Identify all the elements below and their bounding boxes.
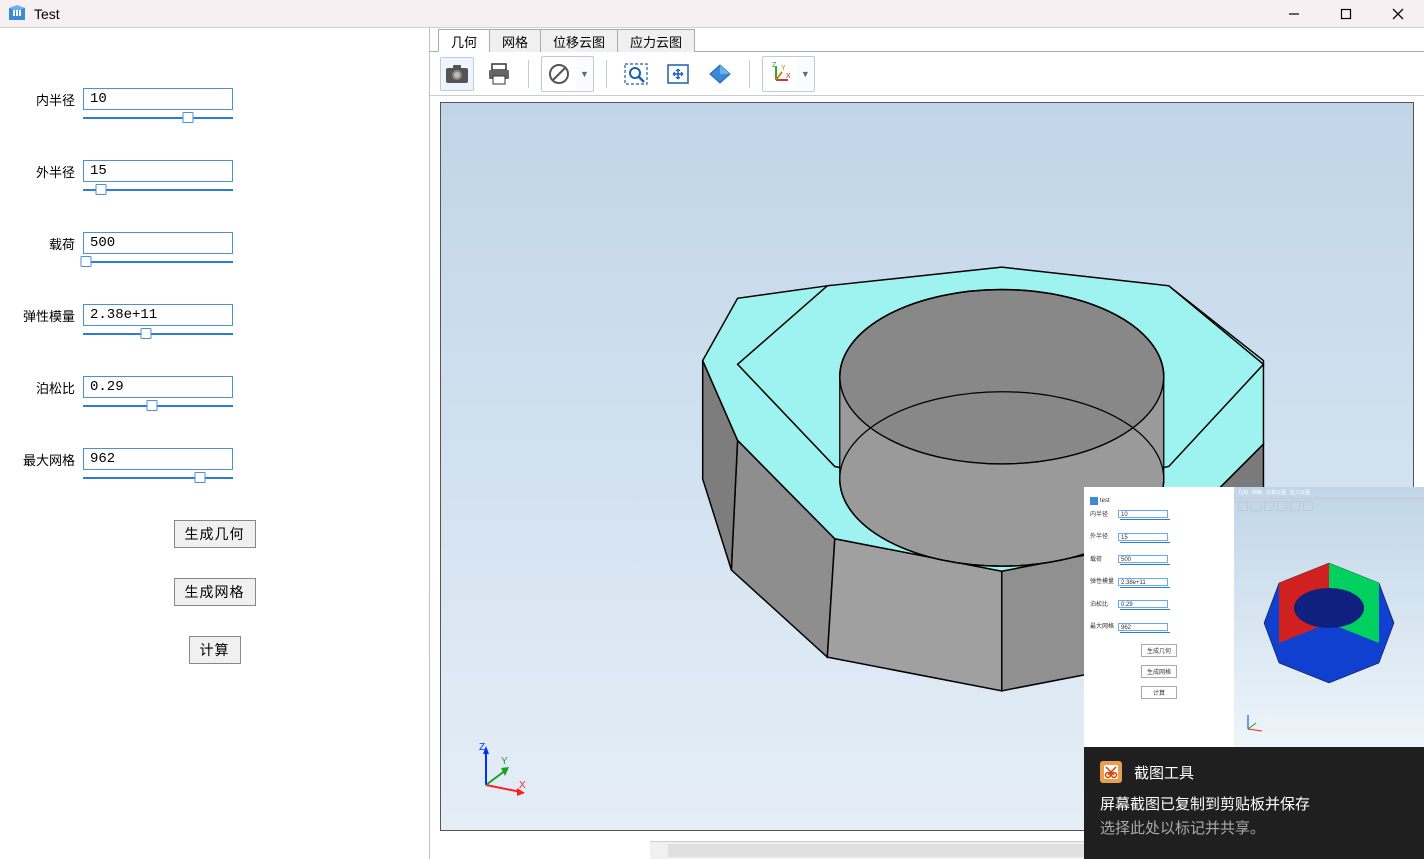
axis-orientation-dropdown[interactable]: Z XY ▼ [762, 56, 815, 92]
param-label: 最大网格 [20, 450, 75, 469]
notification-thumbnail: test 内半径10 外半径15 载荷500 弹性模量2.38e+11 泊松比0… [1084, 487, 1424, 747]
param-label: 外半径 [20, 162, 75, 181]
tab-displacement[interactable]: 位移云图 [540, 29, 618, 52]
zoom-box-button[interactable] [619, 57, 653, 91]
generate-geometry-button[interactable]: 生成几何 [174, 520, 256, 548]
viewer-toolbar: ▼ Z XY ▼ [430, 52, 1424, 96]
dropdown-arrow-icon: ▼ [797, 69, 814, 79]
svg-text:Z: Z [772, 62, 777, 69]
svg-text:Y: Y [501, 756, 508, 767]
svg-text:X: X [519, 780, 526, 791]
poisson-input[interactable] [83, 376, 233, 398]
max-mesh-slider[interactable] [83, 472, 233, 484]
param-max-mesh: 最大网格 [20, 448, 409, 484]
param-outer-radius: 外半径 [20, 160, 409, 196]
svg-text:X: X [786, 73, 791, 80]
window-title: Test [34, 6, 1280, 22]
minimize-button[interactable] [1280, 4, 1308, 24]
cancel-icon [542, 57, 576, 91]
rotate-view-button[interactable] [703, 57, 737, 91]
param-label: 弹性模量 [20, 306, 75, 325]
dropdown-arrow-icon: ▼ [576, 69, 593, 79]
param-label: 载荷 [20, 234, 75, 253]
generate-mesh-button[interactable]: 生成网格 [174, 578, 256, 606]
param-elastic: 弹性模量 [20, 304, 409, 340]
tab-mesh[interactable]: 网格 [489, 29, 541, 52]
cancel-dropdown[interactable]: ▼ [541, 56, 594, 92]
poisson-slider[interactable] [83, 400, 233, 412]
close-button[interactable] [1384, 4, 1412, 24]
svg-text:Y: Y [781, 65, 786, 72]
maximize-button[interactable] [1332, 4, 1360, 24]
app-icon [8, 5, 26, 23]
inner-radius-input[interactable] [83, 88, 233, 110]
notification-app-name: 截图工具 [1134, 762, 1194, 783]
window-controls [1280, 4, 1412, 24]
screenshot-button[interactable] [440, 57, 474, 91]
print-button[interactable] [482, 57, 516, 91]
param-label: 泊松比 [20, 378, 75, 397]
view-tabs: 几何 网格 位移云图 应力云图 [430, 28, 1424, 52]
param-load: 载荷 [20, 232, 409, 268]
fit-view-button[interactable] [661, 57, 695, 91]
parameter-panel: 内半径 外半径 载荷 [0, 28, 430, 859]
titlebar: Test [0, 0, 1424, 28]
snipping-tool-icon [1100, 761, 1122, 783]
max-mesh-input[interactable] [83, 448, 233, 470]
screenshot-notification[interactable]: test 内半径10 外半径15 载荷500 弹性模量2.38e+11 泊松比0… [1084, 487, 1424, 859]
axis-icon: Z XY [763, 57, 797, 91]
param-poisson: 泊松比 [20, 376, 409, 412]
notification-message: 屏幕截图已复制到剪贴板并保存 [1100, 793, 1408, 817]
load-slider[interactable] [83, 256, 233, 268]
elastic-input[interactable] [83, 304, 233, 326]
notification-submessage: 选择此处以标记并共享。 [1100, 817, 1408, 841]
param-label: 内半径 [20, 90, 75, 109]
thumb-title: test [1100, 498, 1110, 504]
tab-geometry[interactable]: 几何 [438, 29, 490, 52]
compute-button[interactable]: 计算 [189, 636, 241, 664]
svg-text:Z: Z [479, 742, 485, 753]
param-inner-radius: 内半径 [20, 88, 409, 124]
inner-radius-slider[interactable] [83, 112, 233, 124]
tab-stress[interactable]: 应力云图 [617, 29, 695, 52]
outer-radius-slider[interactable] [83, 184, 233, 196]
elastic-slider[interactable] [83, 328, 233, 340]
load-input[interactable] [83, 232, 233, 254]
outer-radius-input[interactable] [83, 160, 233, 182]
axis-triad: Z X Y [471, 740, 531, 800]
